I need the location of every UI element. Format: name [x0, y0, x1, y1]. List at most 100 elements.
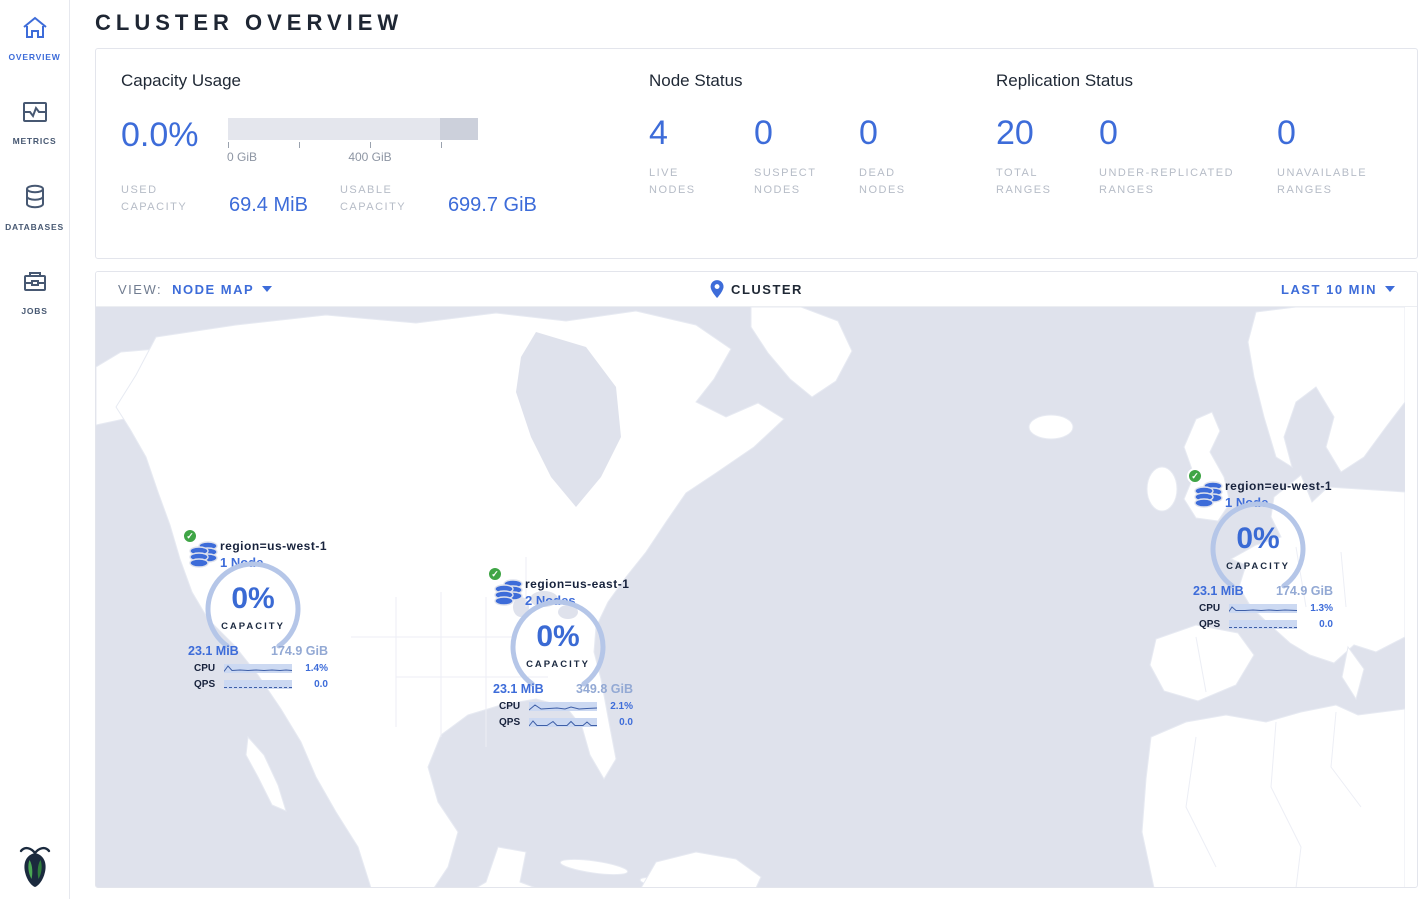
qps-label: QPS	[499, 717, 529, 728]
usable-capacity-value: 699.7 GiB	[448, 194, 537, 216]
stat-label: TOTAL RANGES	[996, 165, 1066, 199]
qps-value: 0.0	[1297, 619, 1333, 630]
stat-label: UNDER-REPLICATED RANGES	[1099, 165, 1259, 199]
breadcrumb-label: CLUSTER	[731, 282, 803, 297]
stat-label: DEAD NODES	[859, 165, 929, 199]
live-nodes-stat: 4 LIVE NODES	[649, 116, 754, 199]
replication-status-title: Replication Status	[996, 71, 1417, 91]
stat-value: 0	[1099, 116, 1277, 150]
unavailable-ranges-stat: 0 UNAVAILABLE RANGES	[1277, 116, 1417, 199]
qps-value: 0.0	[292, 679, 328, 690]
time-range-value: LAST 10 MIN	[1281, 282, 1377, 297]
usable-capacity-label: USABLE CAPACITY	[340, 182, 432, 216]
replication-status-section: Replication Status 20 TOTAL RANGES 0 UND…	[996, 71, 1417, 258]
node-status-title: Node Status	[649, 71, 996, 91]
region-name: region=us-west-1	[220, 539, 327, 553]
sidebar-item-jobs[interactable]: JOBS	[0, 254, 69, 330]
world-map: ✓ region=us-west-1 1 Node	[96, 307, 1405, 888]
axis-tick-label: 0 GiB	[227, 150, 257, 164]
cpu-label: CPU	[499, 701, 529, 712]
stat-value: 0	[754, 116, 859, 150]
under-replicated-ranges-stat: 0 UNDER-REPLICATED RANGES	[1099, 116, 1277, 199]
cpu-value: 1.4%	[292, 663, 328, 674]
used-capacity-value: 69.4 MiB	[229, 194, 308, 216]
view-selector[interactable]: NODE MAP	[172, 282, 272, 297]
qps-label: QPS	[194, 679, 224, 690]
region-marker-us-east-1[interactable]: ✓ region=us-east-1 2 Nodes	[481, 565, 641, 735]
metrics-icon	[22, 100, 48, 129]
region-marker-eu-west-1[interactable]: ✓ region=eu-west-1 1 Node	[1181, 467, 1341, 637]
map-toolbar: VIEW: NODE MAP CLUSTER LAST 10 MIN	[96, 272, 1417, 307]
sidebar-label: METRICS	[13, 136, 57, 146]
sidebar-item-metrics[interactable]: METRICS	[0, 84, 69, 160]
capacity-used-value: 23.1 MiB	[493, 682, 544, 696]
capacity-bar-reserved	[440, 118, 478, 140]
page-title: CLUSTER OVERVIEW	[95, 10, 1418, 36]
view-label: VIEW:	[118, 282, 162, 297]
qps-sparkline	[529, 718, 597, 727]
sidebar-item-overview[interactable]: OVERVIEW	[0, 0, 69, 76]
stat-label: UNAVAILABLE RANGES	[1277, 165, 1387, 199]
sidebar-label: DATABASES	[5, 222, 64, 232]
suspect-nodes-stat: 0 SUSPECT NODES	[754, 116, 859, 199]
capacity-used-value: 23.1 MiB	[188, 644, 239, 658]
gauge-percent: 0%	[1206, 522, 1310, 556]
databases-icon	[22, 184, 48, 215]
cpu-value: 2.1%	[597, 701, 633, 712]
capacity-usage-title: Capacity Usage	[121, 71, 649, 91]
capacity-percent: 0.0%	[121, 118, 228, 152]
location-pin-icon	[710, 280, 723, 298]
time-range-selector[interactable]: LAST 10 MIN	[1281, 282, 1395, 297]
total-ranges-stat: 20 TOTAL RANGES	[996, 116, 1099, 199]
capacity-bar-usable	[228, 118, 440, 140]
cpu-value: 1.3%	[1297, 603, 1333, 614]
sidebar: OVERVIEW METRICS DATABASES	[0, 0, 70, 899]
region-marker-us-west-1[interactable]: ✓ region=us-west-1 1 Node	[176, 527, 336, 697]
sidebar-item-databases[interactable]: DATABASES	[0, 168, 69, 246]
breadcrumb[interactable]: CLUSTER	[710, 280, 803, 298]
stat-value: 0	[859, 116, 964, 150]
capacity-bar-chart: 0 GiB 400 GiB	[228, 118, 478, 166]
main-content: CLUSTER OVERVIEW Capacity Usage 0.0%	[70, 0, 1418, 899]
stat-value: 0	[1277, 116, 1417, 150]
node-map-panel: VIEW: NODE MAP CLUSTER LAST 10 MIN	[95, 271, 1418, 888]
cockroachdb-logo	[0, 841, 69, 889]
app-root: OVERVIEW METRICS DATABASES	[0, 0, 1418, 899]
sidebar-label: JOBS	[21, 306, 47, 316]
cpu-sparkline	[529, 702, 597, 711]
gauge-caption: CAPACITY	[506, 659, 610, 670]
qps-sparkline	[1229, 620, 1297, 629]
region-name: region=eu-west-1	[1225, 479, 1332, 493]
stat-value: 4	[649, 116, 754, 150]
node-status-section: Node Status 4 LIVE NODES 0 SUSPECT NODES…	[649, 71, 996, 258]
capacity-used-value: 23.1 MiB	[1193, 584, 1244, 598]
used-capacity-label: USED CAPACITY	[121, 182, 213, 216]
gauge-caption: CAPACITY	[201, 621, 305, 632]
capacity-usable-value: 349.8 GiB	[576, 682, 633, 696]
jobs-icon	[22, 270, 48, 299]
cpu-sparkline	[224, 664, 292, 673]
capacity-usable-value: 174.9 GiB	[271, 644, 328, 658]
qps-value: 0.0	[597, 717, 633, 728]
gauge-percent: 0%	[201, 582, 305, 616]
gauge-caption: CAPACITY	[1206, 561, 1310, 572]
axis-tick-label: 400 GiB	[348, 150, 391, 164]
cpu-sparkline	[1229, 604, 1297, 613]
cluster-summary-panel: Capacity Usage 0.0%	[95, 48, 1418, 259]
cpu-label: CPU	[194, 663, 224, 674]
home-icon	[22, 16, 48, 45]
capacity-usable-value: 174.9 GiB	[1276, 584, 1333, 598]
capacity-usage-section: Capacity Usage 0.0%	[121, 71, 649, 258]
region-name: region=us-east-1	[525, 577, 629, 591]
gauge-percent: 0%	[506, 620, 610, 654]
stat-label: SUSPECT NODES	[754, 165, 824, 199]
chevron-down-icon	[1385, 286, 1395, 292]
stat-label: LIVE NODES	[649, 165, 719, 199]
dead-nodes-stat: 0 DEAD NODES	[859, 116, 964, 199]
qps-sparkline	[224, 680, 292, 689]
qps-label: QPS	[1199, 619, 1229, 630]
chevron-down-icon	[262, 286, 272, 292]
view-selector-value: NODE MAP	[172, 282, 254, 297]
cpu-label: CPU	[1199, 603, 1229, 614]
sidebar-label: OVERVIEW	[8, 52, 60, 62]
